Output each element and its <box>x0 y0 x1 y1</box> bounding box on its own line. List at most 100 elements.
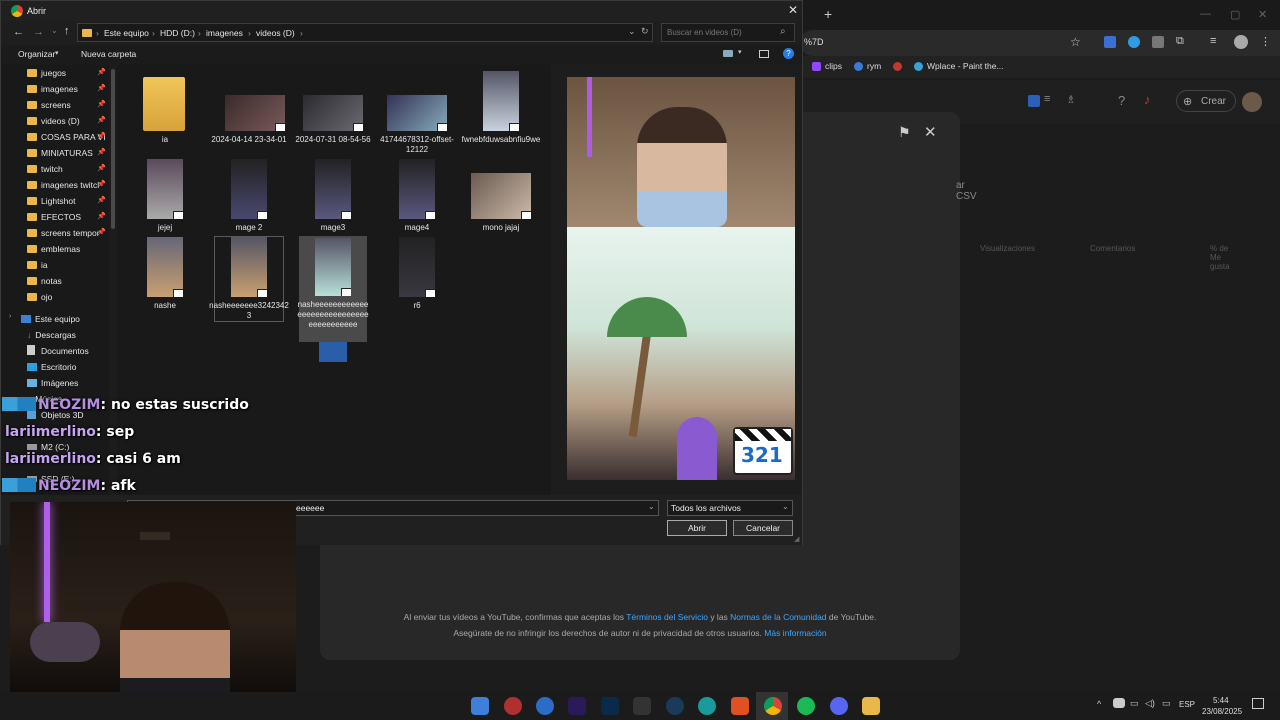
terms-link[interactable]: Términos del Servicio <box>626 612 708 622</box>
close-window-button[interactable]: ✕ <box>1258 8 1267 21</box>
file-item[interactable]: ia <box>125 75 205 155</box>
network-icon[interactable]: ▭ <box>1162 698 1171 709</box>
file-type-select[interactable]: Todos los archivos ⌄ <box>667 500 793 516</box>
premiere-icon[interactable] <box>568 697 586 715</box>
nav-item-lightshot[interactable]: Lightshot 📌 <box>27 193 106 209</box>
breadcrumb-hdd[interactable]: HDD (D:) <box>160 28 195 38</box>
minimize-button[interactable]: — <box>1200 8 1211 20</box>
file-item[interactable]: mage4 <box>377 159 457 235</box>
preview-pane-icon[interactable] <box>759 50 769 58</box>
file-item[interactable]: mage3 <box>293 159 373 235</box>
nav-item-cosas[interactable]: COSAS PARA VI 📌 <box>27 129 106 145</box>
file-item[interactable]: nasheeeeeee32423423 <box>209 236 289 322</box>
notifications-icon[interactable]: ♪ <box>1144 92 1151 107</box>
bookmark-rym[interactable]: rym <box>867 61 881 71</box>
chrome-icon[interactable] <box>764 697 782 715</box>
create-button[interactable]: ⊕ Crear <box>1176 90 1236 112</box>
clock-time[interactable]: 5:44 <box>1213 696 1229 705</box>
file-item[interactable]: fwnebfduwsabnfiu9we <box>461 71 541 155</box>
epic-games-icon[interactable] <box>633 697 651 715</box>
cancel-button[interactable]: Cancelar <box>733 520 793 536</box>
extension-icon[interactable] <box>1128 36 1140 48</box>
nav-item-juegos[interactable]: juegos 📌 <box>27 65 106 81</box>
expand-chevron-icon[interactable]: › <box>9 309 11 325</box>
cortana-icon[interactable] <box>536 697 554 715</box>
file-item[interactable]: mage 2 <box>209 159 289 235</box>
dialog-close-icon[interactable]: ✕ <box>788 3 798 17</box>
feedback-icon[interactable]: ⚑ <box>898 124 911 141</box>
maximize-button[interactable]: ▢ <box>1230 8 1240 21</box>
new-tab-button[interactable]: + <box>824 6 832 22</box>
tray-app-icon[interactable] <box>1113 698 1125 708</box>
star-icon[interactable]: ☆ <box>1070 35 1081 49</box>
nav-item-emblemas[interactable]: emblemas <box>27 241 80 257</box>
bookmark-wplace[interactable]: Wplace - Paint the... <box>927 61 1004 71</box>
nav-item-ia[interactable]: ia <box>27 257 48 273</box>
view-mode-icon[interactable] <box>723 50 733 57</box>
brave-icon[interactable] <box>731 697 749 715</box>
nav-item-miniaturas[interactable]: MINIATURAS 📌 <box>27 145 106 161</box>
puzzle-icon[interactable]: ⧉ <box>1176 35 1184 48</box>
nav-item-este-equipo[interactable]: › Este equipo <box>9 311 80 327</box>
help-icon[interactable]: ? <box>1118 93 1125 108</box>
view-chevron-icon[interactable]: ▾ <box>738 48 742 56</box>
search-input[interactable]: Buscar en videos (D) ⌕ <box>661 23 795 42</box>
refresh-icon[interactable]: ↻ <box>641 26 649 37</box>
notifications-icon[interactable] <box>1252 698 1264 709</box>
nav-item-documentos[interactable]: Documentos <box>27 343 89 359</box>
address-bar[interactable]: %7D ☆ ⧉ ≡ ⋮ <box>800 30 1280 56</box>
file-item[interactable]: mono jajaj <box>461 159 541 235</box>
clock-date[interactable]: 23/08/2025 <box>1202 707 1242 716</box>
profile-avatar[interactable] <box>1234 35 1248 49</box>
file-item[interactable]: 2024-07-31 08-54-56 <box>293 75 373 155</box>
list-icon[interactable]: ≡ <box>1044 93 1050 105</box>
file-item[interactable]: nashe <box>125 237 205 317</box>
tray-network-drive-icon[interactable]: ▭ <box>1130 698 1139 709</box>
nav-item-notas[interactable]: notas <box>27 273 62 289</box>
photoshop-icon[interactable] <box>601 697 619 715</box>
tray-chevron-icon[interactable]: ^ <box>1097 699 1101 709</box>
language-indicator[interactable]: ESP <box>1179 700 1195 709</box>
steam-icon[interactable] <box>666 697 684 715</box>
breadcrumb[interactable]: › Este equipo › HDD (D:) › imagenes › vi… <box>77 23 653 42</box>
filename-chevron-icon[interactable]: ⌄ <box>648 502 655 511</box>
file-item[interactable]: 41744678312-offset-12122 <box>377 75 457 155</box>
help-icon[interactable]: ? <box>783 48 794 59</box>
breadcrumb-dropdown-icon[interactable]: ⌄ <box>628 26 636 37</box>
up-arrow-icon[interactable]: ↑ <box>64 25 70 37</box>
forward-arrow-icon[interactable]: → <box>33 26 44 38</box>
extension-p-icon[interactable] <box>1152 36 1164 48</box>
nav-item-efectos[interactable]: EFECTOS 📌 <box>27 209 106 225</box>
nav-item-twitch[interactable]: twitch 📌 <box>27 161 106 177</box>
channel-avatar[interactable] <box>1242 92 1262 112</box>
translate-extension-icon[interactable] <box>1104 36 1116 48</box>
file-explorer-icon[interactable] <box>862 697 880 715</box>
more-info-link[interactable]: Más información <box>764 628 826 638</box>
nav-item-videos[interactable]: videos (D) 📌 <box>27 113 106 129</box>
new-folder-button[interactable]: Nueva carpeta <box>81 49 136 59</box>
resize-grip-icon[interactable]: ◢ <box>794 535 799 543</box>
nav-item-imagenes-twitch[interactable]: imagenes twitcl 📌 <box>27 177 106 193</box>
recent-chevron-icon[interactable]: ⌄ <box>51 26 58 35</box>
discord-icon[interactable] <box>830 697 848 715</box>
nav-item-imagenes[interactable]: imagenes 📌 <box>27 81 106 97</box>
open-button[interactable]: Abrir <box>667 520 727 536</box>
studio-icon[interactable] <box>1028 95 1040 107</box>
file-item[interactable]: r6 <box>377 237 457 317</box>
spotify-icon[interactable] <box>797 697 815 715</box>
sidebar-icon[interactable]: ≡ <box>1210 35 1216 47</box>
nav-item-ojo[interactable]: ojo <box>27 289 52 305</box>
nav-item-imagenes-pc[interactable]: Imágenes <box>27 375 78 391</box>
close-dialog-icon[interactable]: ✕ <box>924 123 937 141</box>
breadcrumb-videos[interactable]: videos (D) <box>256 28 295 38</box>
organize-button[interactable]: Organizar <box>18 49 55 59</box>
edge-icon[interactable] <box>698 697 716 715</box>
file-item[interactable]: 2024-04-14 23-34-01 <box>209 75 289 155</box>
menu-icon[interactable]: ⋮ <box>1260 35 1271 48</box>
community-link[interactable]: Normas de la Comunidad <box>730 612 826 622</box>
back-arrow-icon[interactable]: ← <box>13 26 24 38</box>
breadcrumb-imagenes[interactable]: imagenes <box>206 28 243 38</box>
nav-item-escritorio[interactable]: Escritorio <box>27 359 76 375</box>
bookmark-clips[interactable]: clips <box>825 61 842 71</box>
breadcrumb-pc[interactable]: Este equipo <box>104 28 149 38</box>
